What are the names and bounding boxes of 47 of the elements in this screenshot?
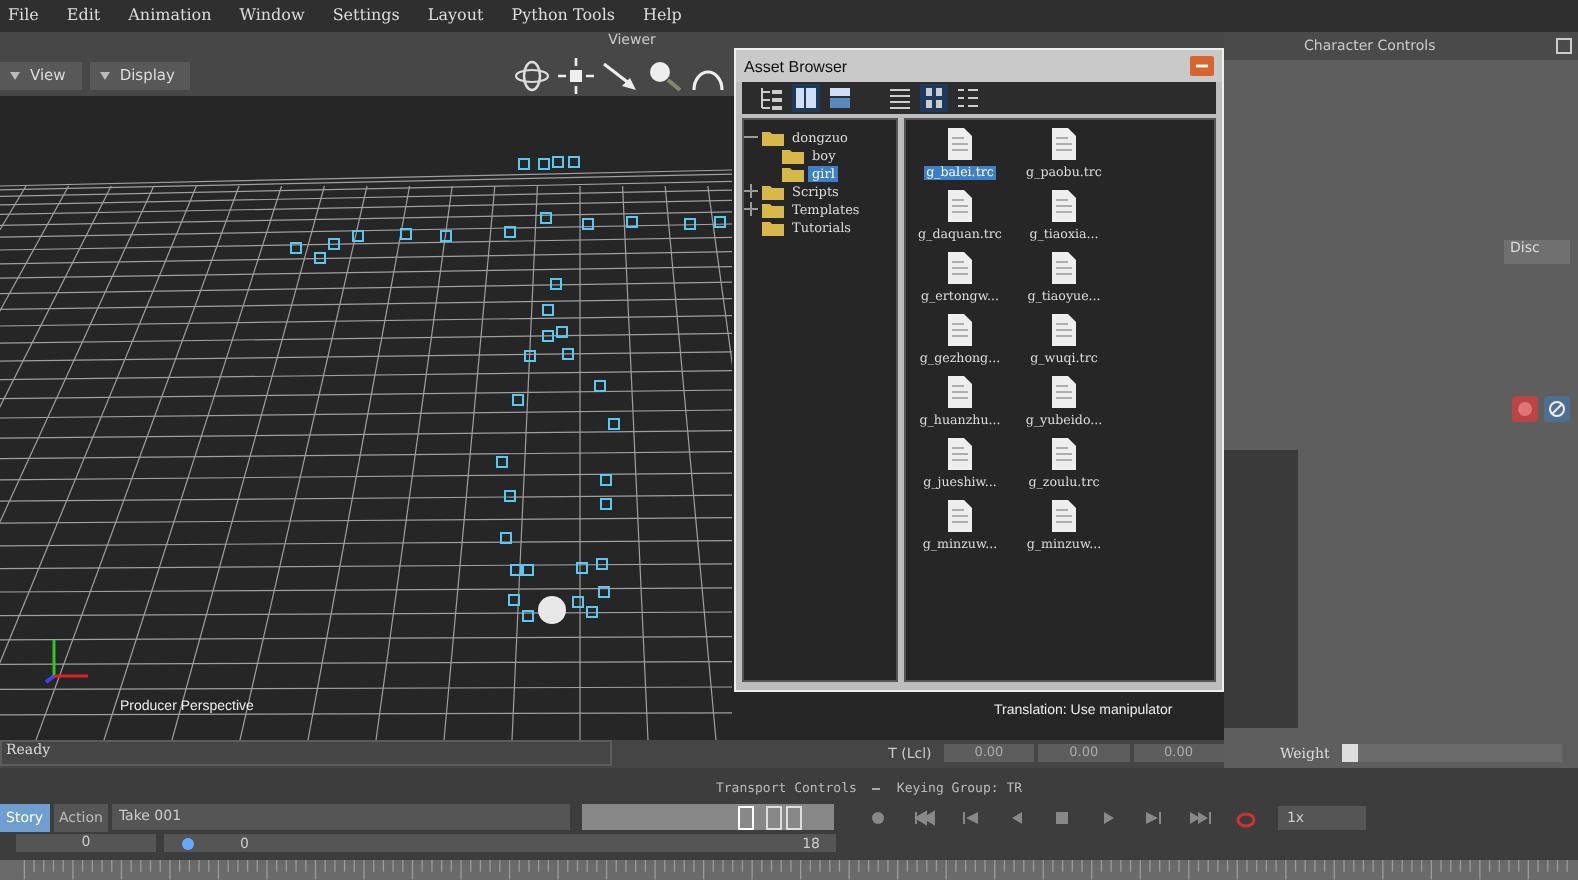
icon-view-icon[interactable] [920, 84, 948, 112]
menu-item[interactable]: Window [239, 6, 305, 25]
menu-item[interactable]: Animation [128, 6, 212, 25]
no-entry-button-icon[interactable] [1544, 395, 1570, 422]
document-icon[interactable] [948, 128, 972, 160]
document-icon[interactable] [948, 500, 972, 532]
caret-icon [99, 71, 110, 80]
document-icon[interactable] [948, 190, 972, 222]
collapse-icon[interactable] [744, 130, 758, 144]
single-pane-icon[interactable] [738, 805, 755, 830]
go-to-start-icon[interactable] [912, 805, 937, 830]
close-icon[interactable] [1190, 56, 1214, 76]
expand-icon[interactable] [744, 202, 758, 216]
window-title: Asset Browser [744, 57, 848, 75]
document-icon[interactable] [1052, 252, 1076, 284]
document-icon[interactable] [1052, 128, 1076, 160]
vertical-split-icon[interactable] [792, 84, 820, 112]
caret-icon [10, 71, 20, 80]
expand-icon[interactable] [744, 184, 758, 198]
document-icon[interactable] [948, 376, 972, 408]
menu-item[interactable]: File [8, 6, 39, 25]
detail-view-icon[interactable] [954, 84, 982, 112]
document-icon[interactable] [1052, 376, 1076, 408]
document-icon[interactable] [1052, 190, 1076, 222]
float-icon[interactable] [1556, 37, 1572, 54]
document-icon[interactable] [948, 252, 972, 284]
list-view-icon[interactable] [886, 84, 914, 112]
orbit-icon[interactable] [514, 57, 551, 94]
slider-thumb[interactable] [177, 835, 198, 852]
menu-item[interactable]: Edit [66, 6, 101, 25]
slider-thumb[interactable] [1341, 744, 1358, 763]
sphere-icon [538, 595, 566, 624]
horizontal-split-icon[interactable] [826, 84, 854, 112]
document-icon[interactable] [1052, 438, 1076, 470]
tree-view-icon[interactable] [758, 84, 786, 112]
document-icon[interactable] [948, 438, 972, 470]
diagonal-arrow-icon[interactable] [602, 57, 639, 94]
menu-item[interactable]: Layout [427, 6, 484, 25]
document-icon[interactable] [948, 314, 972, 346]
menu-item[interactable]: Python Tools [511, 6, 615, 25]
document-icon[interactable] [1052, 314, 1076, 346]
menu-item[interactable]: Help [643, 6, 682, 25]
document-icon[interactable] [1052, 500, 1076, 532]
magnifier-icon[interactable] [646, 57, 683, 94]
dual-pane-icon[interactable] [766, 805, 803, 830]
move-icon[interactable] [558, 57, 595, 94]
menu-item[interactable]: Settings [332, 6, 400, 25]
